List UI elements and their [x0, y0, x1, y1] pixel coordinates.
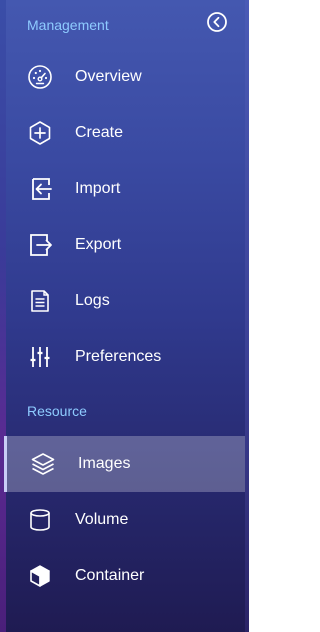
sidebar-item-label: Overview: [75, 68, 142, 85]
sidebar-item-import[interactable]: Import: [6, 161, 243, 217]
sidebar-item-label: Export: [75, 236, 122, 253]
collapse-sidebar-button[interactable]: [206, 11, 228, 33]
import-icon: [26, 175, 54, 203]
sidebar-item-logs[interactable]: Logs: [6, 273, 243, 329]
sidebar-right-edge: [245, 0, 249, 632]
layers-icon: [29, 450, 57, 478]
sidebar-item-preferences[interactable]: Preferences: [6, 329, 243, 385]
sidebar-item-label: Logs: [75, 292, 110, 309]
chevron-left-circle-icon: [207, 12, 227, 32]
section-label-management: Management: [27, 17, 109, 33]
hexagon-plus-icon: [26, 119, 54, 147]
sidebar-item-label: Container: [75, 567, 145, 584]
section-label-resource: Resource: [27, 403, 87, 419]
document-icon: [26, 287, 54, 315]
cylinder-icon: [26, 506, 54, 534]
export-icon: [26, 231, 54, 259]
sidebar-item-overview[interactable]: Overview: [6, 49, 243, 105]
sidebar-item-images[interactable]: Images: [4, 436, 245, 492]
sidebar: Management Overview Create Import Export…: [0, 0, 249, 632]
cube-icon: [26, 562, 54, 590]
sidebar-item-container[interactable]: Container: [6, 548, 243, 604]
sliders-icon: [26, 343, 54, 371]
sidebar-item-export[interactable]: Export: [6, 217, 243, 273]
sidebar-item-label: Preferences: [75, 348, 162, 365]
sidebar-item-volume[interactable]: Volume: [6, 492, 243, 548]
sidebar-item-create[interactable]: Create: [6, 105, 243, 161]
sidebar-item-label: Volume: [75, 511, 129, 528]
sidebar-item-label: Import: [75, 180, 121, 197]
sidebar-item-label: Create: [75, 124, 124, 141]
sidebar-item-label: Images: [78, 455, 131, 472]
dashboard-gauge-icon: [26, 63, 54, 91]
